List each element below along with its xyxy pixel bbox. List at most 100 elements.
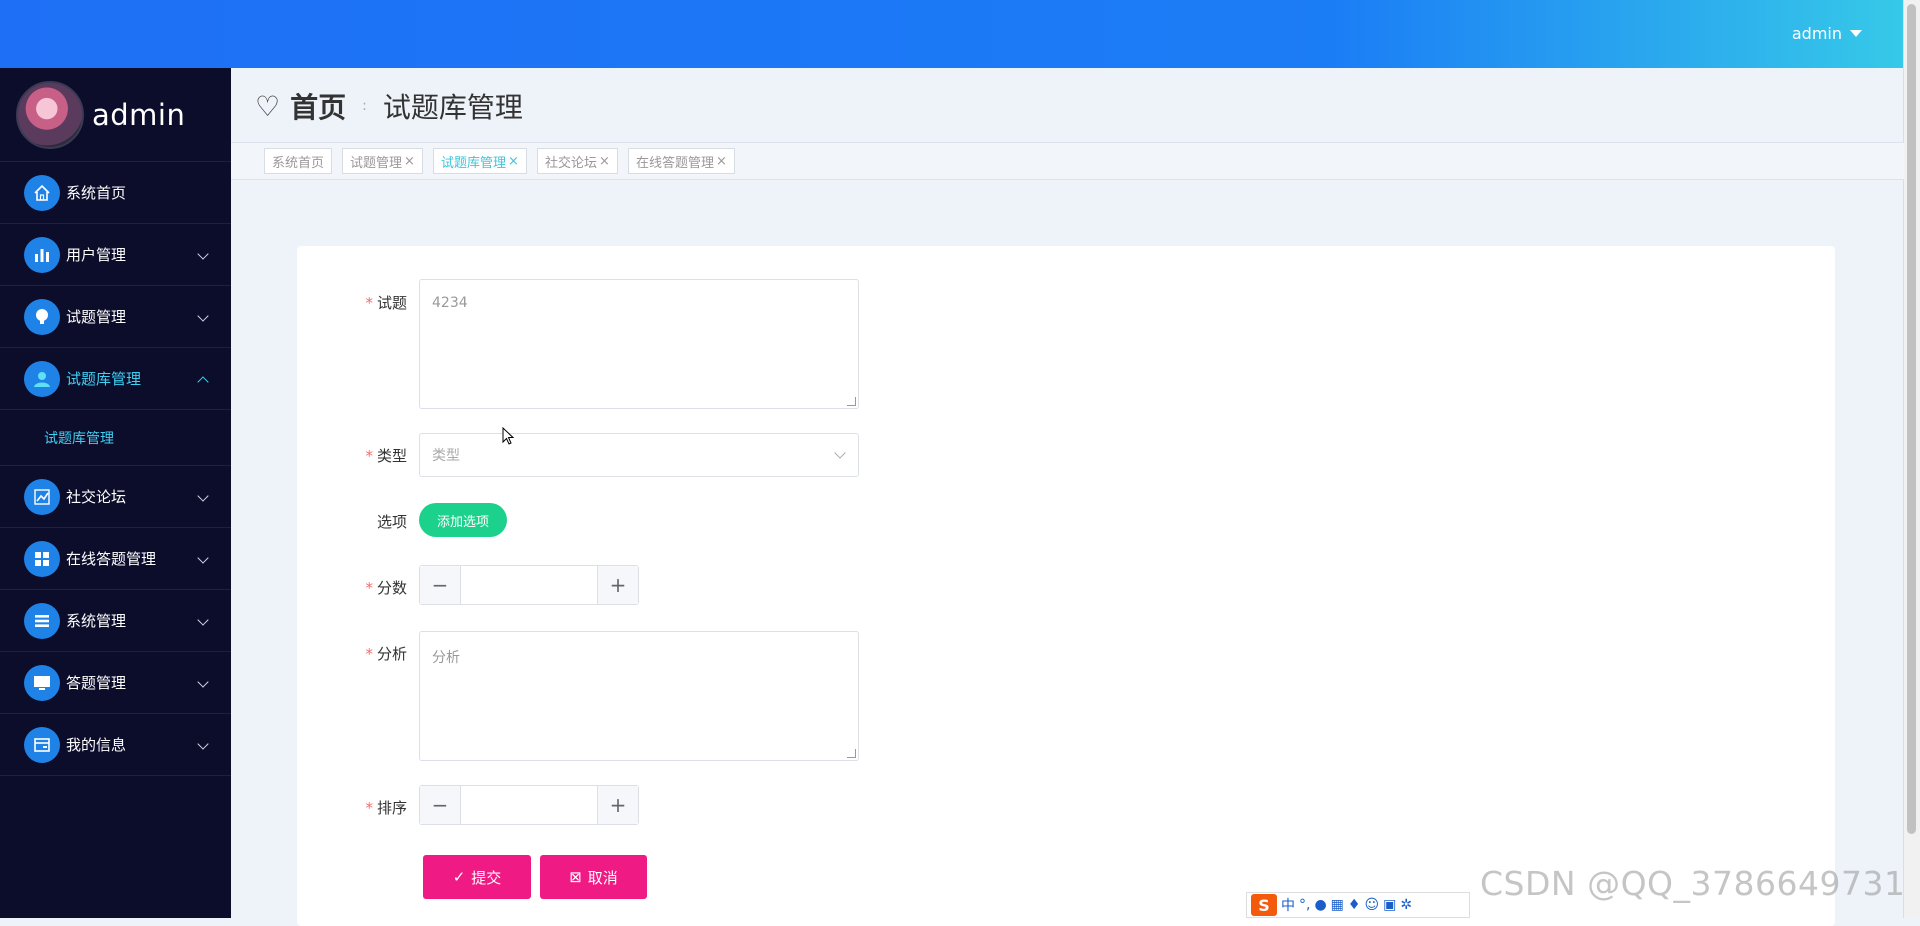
- sidebar-item-label: 试题库管理: [66, 370, 142, 388]
- heart-icon: ♡: [255, 89, 281, 123]
- score-label: * 分数: [365, 579, 407, 597]
- analysis-textarea[interactable]: 分析: [419, 631, 859, 761]
- tab-question-management[interactable]: 试题管理 ×: [342, 148, 423, 174]
- analysis-label: * 分析: [365, 645, 407, 663]
- sogou-logo-icon: S: [1251, 894, 1277, 916]
- cancel-button[interactable]: ⊠ 取消: [540, 855, 647, 899]
- sidebar-item-forum[interactable]: 社交论坛: [0, 466, 231, 528]
- chevron-down-icon: [197, 738, 209, 750]
- score-stepper[interactable]: − +: [419, 565, 639, 605]
- line-chart-icon: [24, 478, 60, 515]
- tab-label: 试题管理: [350, 155, 403, 171]
- close-icon[interactable]: ×: [508, 154, 519, 169]
- sidebar-item-question-bank[interactable]: 试题库管理: [0, 348, 231, 410]
- user-icon: [24, 360, 60, 397]
- form-card: * 试题 4234 * 类型 类型 选项 添加选项 * 分数 − + * 分析 分析 *…: [297, 246, 1835, 926]
- card-icon: [24, 726, 60, 763]
- resize-handle-icon[interactable]: [847, 749, 856, 758]
- profile-name: admin: [92, 97, 186, 132]
- settings-icon[interactable]: ✲: [1400, 897, 1412, 913]
- minus-icon[interactable]: −: [420, 786, 461, 824]
- required-mark: *: [365, 645, 373, 663]
- submit-button[interactable]: ✓ 提交: [423, 855, 531, 899]
- punctuation-icon[interactable]: °,: [1299, 897, 1310, 913]
- sidebar-item-label: 答题管理: [66, 674, 127, 692]
- top-bar: admin: [0, 0, 1904, 68]
- order-stepper[interactable]: − +: [419, 785, 639, 825]
- order-input[interactable]: [461, 786, 597, 824]
- plus-icon[interactable]: +: [597, 786, 638, 824]
- sidebar: admin 系统首页 用户管理 试题管理 试题库管理 试题库管理 社交论坛 在线…: [0, 68, 231, 918]
- score-input[interactable]: [461, 566, 597, 604]
- close-icon[interactable]: ×: [404, 154, 415, 169]
- keyboard-icon[interactable]: ▦: [1331, 897, 1344, 913]
- breadcrumb-current: 试题库管理: [382, 91, 523, 124]
- sidebar-item-questions[interactable]: 试题管理: [0, 286, 231, 348]
- sidebar-item-home[interactable]: 系统首页: [0, 162, 231, 224]
- user-name: admin: [1791, 24, 1842, 43]
- close-box-icon: ⊠: [569, 868, 582, 886]
- tab-online-answer[interactable]: 在线答题管理 ×: [628, 148, 735, 174]
- tab-label: 在线答题管理: [636, 155, 715, 171]
- minus-icon[interactable]: −: [420, 566, 461, 604]
- submenu-item-question-bank[interactable]: 试题库管理: [0, 410, 231, 466]
- scrollbar-thumb[interactable]: [1907, 4, 1916, 834]
- close-icon[interactable]: ×: [599, 154, 610, 169]
- sidebar-item-label: 在线答题管理: [66, 550, 157, 568]
- sidebar-item-label: 系统管理: [66, 612, 127, 630]
- sidebar-item-label: 试题管理: [66, 308, 127, 326]
- user-menu[interactable]: admin: [1792, 24, 1862, 43]
- tab-forum[interactable]: 社交论坛 ×: [537, 148, 618, 174]
- breadcrumb-home[interactable]: 首页: [290, 86, 346, 126]
- chevron-down-icon: [197, 552, 209, 564]
- sidebar-item-online-answer[interactable]: 在线答题管理: [0, 528, 231, 590]
- question-value: 4234: [432, 295, 468, 311]
- tab-label: 社交论坛: [545, 155, 598, 171]
- emoji-icon[interactable]: ☺: [1364, 897, 1379, 913]
- add-option-button[interactable]: 添加选项: [419, 503, 507, 537]
- sidebar-item-my-info[interactable]: 我的信息: [0, 714, 231, 776]
- chevron-down-icon: [197, 614, 209, 626]
- breadcrumb: ♡ 首页 : 试题库管理: [255, 86, 523, 126]
- ime-toolbar[interactable]: S 中 °, ● ▦ ♦ ☺ ▣ ✲: [1246, 892, 1470, 918]
- chevron-down-icon: [834, 447, 846, 459]
- tab-question-bank[interactable]: 试题库管理 ×: [433, 148, 527, 174]
- bulb-icon: [24, 298, 60, 335]
- tab-system-home[interactable]: 系统首页: [264, 148, 333, 174]
- breadcrumb-separator: :: [362, 98, 367, 114]
- bar-chart-icon: [24, 236, 60, 273]
- sidebar-item-system[interactable]: 系统管理: [0, 590, 231, 652]
- chevron-down-icon: [197, 310, 209, 322]
- tab-bar: 系统首页 试题管理 × 试题库管理 × 社交论坛 × 在线答题管理 ×: [231, 142, 1904, 180]
- close-icon[interactable]: ×: [716, 154, 727, 169]
- sidebar-profile: admin: [0, 68, 231, 162]
- sidebar-item-users[interactable]: 用户管理: [0, 224, 231, 286]
- sidebar-item-label: 我的信息: [66, 736, 127, 754]
- sidebar-item-label: 社交论坛: [66, 488, 127, 506]
- order-label: * 排序: [365, 799, 407, 817]
- resize-handle-icon[interactable]: [847, 397, 856, 406]
- ime-mode[interactable]: 中: [1281, 895, 1295, 915]
- type-select[interactable]: 类型: [419, 433, 859, 477]
- chevron-up-icon: [197, 376, 209, 388]
- required-mark: *: [365, 294, 373, 312]
- type-placeholder: 类型: [432, 448, 460, 464]
- sidebar-item-answers[interactable]: 答题管理: [0, 652, 231, 714]
- tab-label: 试题库管理: [441, 155, 507, 171]
- skin-icon[interactable]: ♦: [1348, 897, 1361, 913]
- sidebar-item-label: 系统首页: [66, 184, 127, 202]
- vertical-scrollbar[interactable]: [1903, 0, 1920, 918]
- list-icon: [24, 602, 60, 639]
- sidebar-item-label: 用户管理: [66, 246, 127, 264]
- microphone-icon[interactable]: ●: [1314, 897, 1326, 913]
- required-mark: *: [365, 447, 373, 465]
- check-icon: ✓: [452, 868, 466, 886]
- watermark: CSDN @QQ_3786649731: [1480, 864, 1906, 903]
- required-mark: *: [365, 579, 373, 597]
- question-label: * 试题: [365, 294, 407, 312]
- plus-icon[interactable]: +: [597, 566, 638, 604]
- toolbox-icon[interactable]: ▣: [1383, 897, 1396, 913]
- analysis-placeholder: 分析: [432, 650, 460, 666]
- question-textarea[interactable]: 4234: [419, 279, 859, 409]
- mouse-cursor-icon: [502, 427, 515, 445]
